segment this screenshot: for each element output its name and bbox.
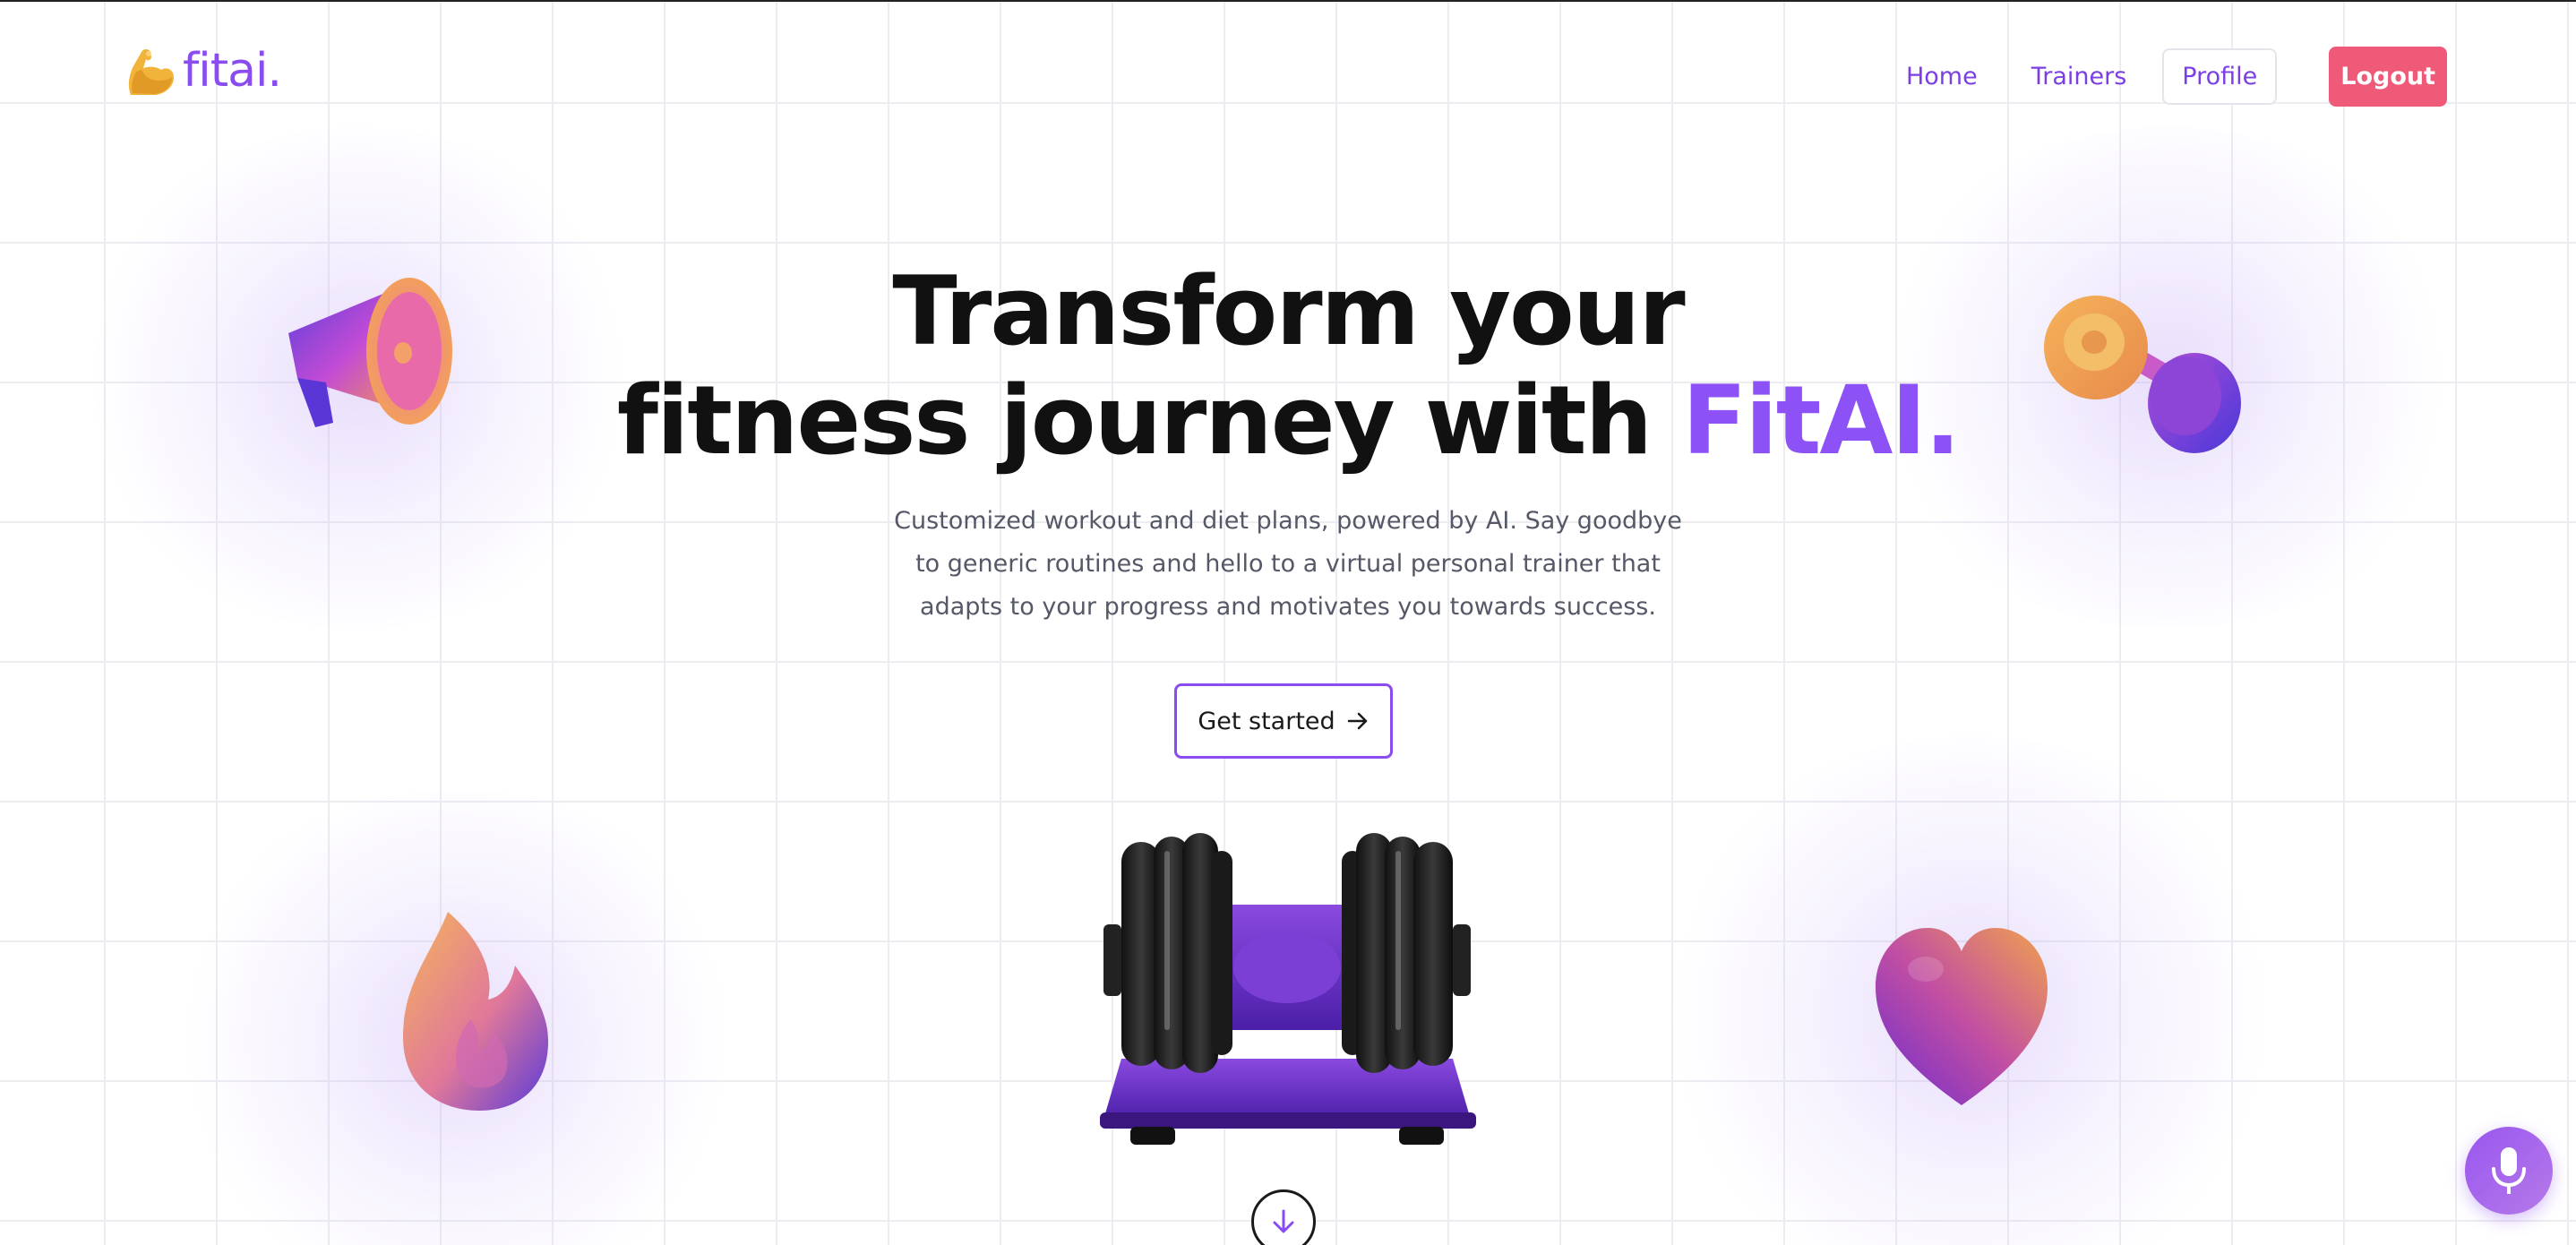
hero-title-accent: FitAI. bbox=[1681, 365, 1961, 476]
page: fitai. Home Trainers Profile Logout Tran… bbox=[0, 0, 2576, 1245]
nav-links: Home Trainers Profile Logout bbox=[1870, 47, 2447, 107]
nav-trainers-link[interactable]: Trainers bbox=[2014, 50, 2145, 103]
get-started-button[interactable]: Get started bbox=[1174, 683, 1393, 759]
logo[interactable]: fitai. bbox=[124, 43, 282, 99]
arrow-down-icon bbox=[1273, 1209, 1294, 1233]
arrow-right-icon bbox=[1347, 712, 1367, 730]
get-started-label: Get started bbox=[1198, 707, 1335, 735]
scroll-down-button[interactable] bbox=[1251, 1189, 1316, 1245]
heart-icon bbox=[1876, 928, 2048, 1105]
nav-home-link[interactable]: Home bbox=[1888, 50, 1996, 103]
logo-text: fitai. bbox=[183, 44, 282, 98]
hero-subtitle: Customized workout and diet plans, power… bbox=[894, 507, 1682, 621]
logout-button[interactable]: Logout bbox=[2329, 47, 2447, 107]
adjustable-dumbbell-image bbox=[1100, 833, 1476, 1145]
hero-title-line2: fitness journey with FitAI. bbox=[0, 366, 2576, 476]
voice-assistant-button[interactable] bbox=[2465, 1127, 2553, 1215]
microphone-icon bbox=[2492, 1147, 2526, 1194]
nav-profile-link[interactable]: Profile bbox=[2162, 48, 2278, 105]
hero-title-prefix: fitness journey with bbox=[616, 365, 1682, 476]
flexed-biceps-icon bbox=[128, 49, 174, 95]
flame-icon bbox=[403, 912, 548, 1111]
hero-title-line1: Transform your bbox=[892, 256, 1685, 366]
top-nav: fitai. Home Trainers Profile Logout bbox=[0, 2, 2576, 107]
